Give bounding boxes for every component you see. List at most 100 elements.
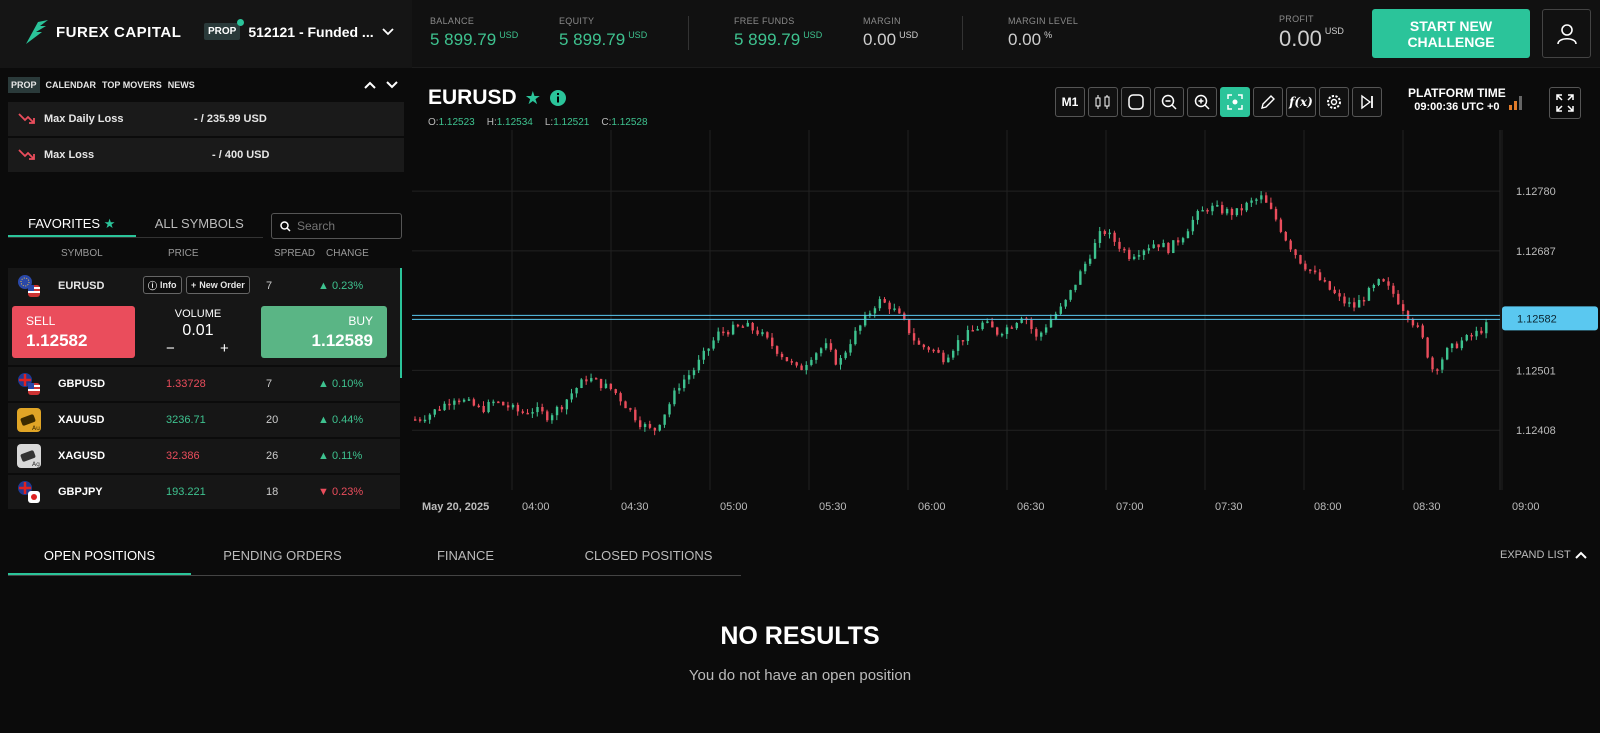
indicators-icon[interactable]: f(x)	[1286, 87, 1316, 117]
expand-list-button[interactable]: EXPAND LIST	[1500, 549, 1587, 561]
candle	[1162, 242, 1165, 248]
tab-closed-positions[interactable]: CLOSED POSITIONS	[557, 542, 740, 575]
new-order-button[interactable]: + New Order	[186, 276, 250, 294]
scrollbar[interactable]	[400, 268, 402, 378]
silver-bar-icon: Ag	[17, 444, 41, 468]
candlestick-icon[interactable]	[1088, 87, 1118, 117]
candle	[1064, 299, 1067, 307]
symbol-row-xauusd[interactable]: Au XAUUSD 3236.71 20 ▲ 0.44%	[8, 403, 400, 437]
candle	[937, 349, 940, 353]
search-box[interactable]	[271, 213, 402, 239]
search-input[interactable]	[297, 219, 392, 233]
candle	[497, 401, 500, 404]
candle	[526, 412, 529, 415]
candle	[1010, 327, 1014, 329]
pencil-icon[interactable]	[1253, 87, 1283, 117]
y-tick-label: 1.12408	[1516, 425, 1556, 437]
symbol-row-eurusd[interactable]: EURUSD ⓘ Info + New Order 7 ▲ 0.23% SELL 1…	[8, 268, 400, 365]
candle	[751, 322, 754, 331]
candle	[1211, 205, 1214, 212]
candle	[580, 379, 583, 388]
candle	[1304, 263, 1307, 270]
x-tick-label: 04:30	[621, 501, 649, 513]
candle	[1172, 240, 1175, 254]
candle	[981, 322, 984, 330]
volume-increase-button[interactable]: +	[220, 340, 229, 357]
buy-button[interactable]: BUY 1.12589	[261, 306, 387, 358]
candle	[687, 375, 691, 380]
change-value: ▼ 0.23%	[318, 486, 364, 498]
chevron-down-icon[interactable]	[386, 81, 398, 89]
zoom-out-icon[interactable]	[1154, 87, 1184, 117]
price-value: 32.386	[166, 450, 200, 462]
candle	[487, 401, 490, 413]
plus-icon: +	[191, 280, 197, 290]
tab-favorites[interactable]: FAVORITES ★	[8, 210, 136, 237]
info-icon[interactable]	[549, 89, 567, 107]
candle	[423, 419, 427, 422]
sub-nav: PROP CALENDAR TOP MOVERS NEWS	[8, 70, 404, 100]
candle	[1088, 258, 1092, 264]
tab-prop[interactable]: PROP	[8, 77, 40, 93]
tab-calendar[interactable]: CALENDAR	[46, 80, 97, 90]
candle	[550, 415, 554, 421]
candle	[531, 412, 534, 414]
symbol-row-gbpusd[interactable]: GBPUSD 1.33728 7 ▲ 0.10%	[8, 367, 400, 401]
candle	[893, 308, 896, 310]
skip-end-icon[interactable]	[1352, 87, 1382, 117]
sell-button[interactable]: SELL 1.12582	[12, 306, 135, 358]
candle	[727, 332, 730, 335]
candle	[1040, 332, 1043, 337]
positions-tabs: OPEN POSITIONS PENDING ORDERS FINANCE CL…	[8, 542, 741, 576]
candle	[927, 347, 930, 350]
volume-decrease-button[interactable]: −	[166, 340, 175, 357]
candle	[1093, 242, 1097, 259]
account-selector[interactable]: PROP 512121 - Funded ...	[204, 19, 394, 40]
candle	[863, 314, 867, 326]
symbol-row-xagusd[interactable]: Ag XAGUSD 32.386 26 ▲ 0.11%	[8, 439, 400, 473]
spread-value: 20	[266, 414, 279, 426]
candle	[873, 308, 877, 314]
tab-open-positions[interactable]: OPEN POSITIONS	[8, 542, 191, 575]
candle	[1167, 242, 1170, 254]
fullscreen-button[interactable]	[1549, 87, 1581, 119]
candle	[1108, 232, 1111, 235]
candle	[1147, 248, 1151, 251]
candle	[761, 332, 764, 335]
chevron-up-icon[interactable]	[364, 81, 376, 89]
shape-icon[interactable]	[1121, 87, 1151, 117]
timeframe-button[interactable]: M1	[1055, 87, 1085, 117]
user-profile-button[interactable]	[1542, 9, 1591, 58]
candle	[604, 383, 608, 389]
star-icon[interactable]: ★	[525, 88, 541, 109]
candle	[1392, 285, 1395, 294]
tab-all-symbols[interactable]: ALL SYMBOLS	[136, 210, 264, 237]
logo-icon	[26, 20, 48, 44]
price-chart[interactable]: May 20, 2025 04:00 04:30 05:00 05:30 06:00 06:…	[412, 130, 1600, 520]
eu-us-flag-icon	[18, 275, 40, 297]
candle	[1035, 329, 1038, 337]
candle	[1196, 211, 1199, 220]
candle	[1367, 287, 1371, 301]
candle	[771, 337, 774, 347]
candle	[428, 414, 432, 420]
candle	[712, 340, 715, 349]
tab-finance[interactable]: FINANCE	[374, 542, 557, 575]
svg-text:Ag: Ag	[32, 461, 40, 468]
status-dot	[237, 19, 245, 26]
zoom-in-icon[interactable]	[1187, 87, 1217, 117]
candle	[1103, 231, 1107, 235]
candle	[1421, 325, 1424, 338]
candle	[1221, 205, 1224, 214]
crosshair-icon[interactable]	[1220, 87, 1250, 117]
tab-pending-orders[interactable]: PENDING ORDERS	[191, 542, 374, 575]
platform-time-value: 09:00:36 UTC +0	[1414, 101, 1500, 113]
tab-top-movers[interactable]: TOP MOVERS	[102, 80, 162, 90]
tab-news[interactable]: NEWS	[168, 80, 195, 90]
trend-down-icon	[18, 149, 35, 160]
candle	[1030, 319, 1033, 330]
start-new-challenge-button[interactable]: START NEW CHALLENGE	[1372, 9, 1530, 58]
gear-icon[interactable]	[1319, 87, 1349, 117]
info-button[interactable]: ⓘ Info	[143, 276, 182, 294]
symbol-row-gbpjpy[interactable]: GBPJPY 193.221 18 ▼ 0.23%	[8, 475, 400, 509]
